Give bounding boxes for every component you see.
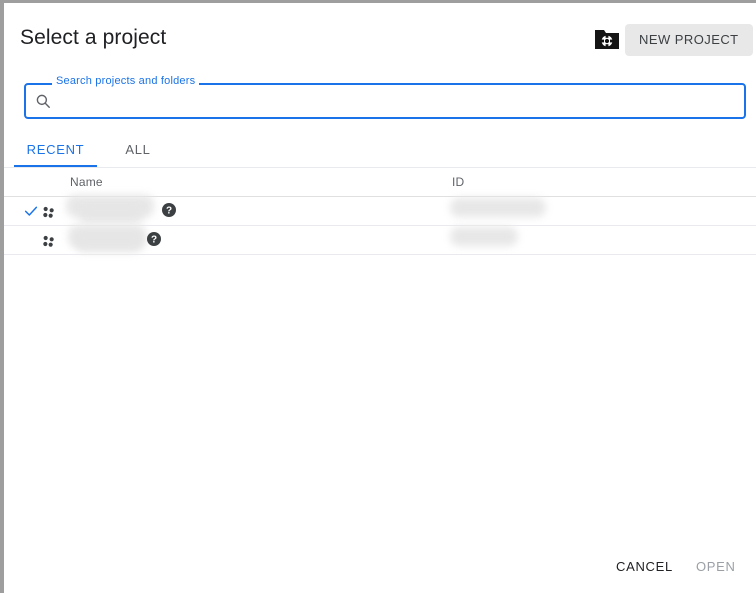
page-title: Select a project xyxy=(20,26,167,49)
row-selected-check-icon xyxy=(23,203,39,219)
tab-all[interactable]: ALL xyxy=(105,133,171,167)
tab-bar: RECENT ALL xyxy=(4,133,756,167)
tab-recent[interactable]: RECENT xyxy=(14,133,97,167)
redacted-project-id xyxy=(450,198,546,217)
svg-text:?: ? xyxy=(151,234,157,245)
table-row[interactable]: ? xyxy=(4,225,756,255)
table-row[interactable]: ? xyxy=(4,195,756,226)
redacted-project-id xyxy=(450,227,518,246)
project-icon xyxy=(41,233,57,249)
open-button[interactable]: OPEN xyxy=(696,551,736,583)
dialog-footer: CANCEL OPEN xyxy=(4,544,756,593)
dialog-header: Select a project NEW PROJECT xyxy=(4,6,756,68)
search-input[interactable] xyxy=(60,85,730,115)
select-project-dialog: Select a project NEW PROJECT Search proj… xyxy=(0,0,756,593)
new-project-button[interactable]: NEW PROJECT xyxy=(625,24,753,56)
table-header-row: Name ID xyxy=(4,168,756,197)
column-header-name: Name xyxy=(70,175,103,189)
help-icon[interactable]: ? xyxy=(161,202,177,218)
help-icon[interactable]: ? xyxy=(146,231,162,247)
folder-special-icon[interactable] xyxy=(593,26,621,52)
dialog-top-notch xyxy=(569,0,603,3)
column-header-id: ID xyxy=(452,175,465,189)
search-field[interactable]: Search projects and folders xyxy=(24,75,746,119)
redacted-project-name-smudge xyxy=(74,232,144,252)
projects-table: Name ID ? ? xyxy=(4,168,756,255)
search-icon xyxy=(34,92,52,110)
project-icon xyxy=(41,204,57,220)
redacted-project-name-smudge xyxy=(78,205,144,223)
cancel-button[interactable]: CANCEL xyxy=(616,551,673,583)
svg-text:?: ? xyxy=(166,205,172,216)
